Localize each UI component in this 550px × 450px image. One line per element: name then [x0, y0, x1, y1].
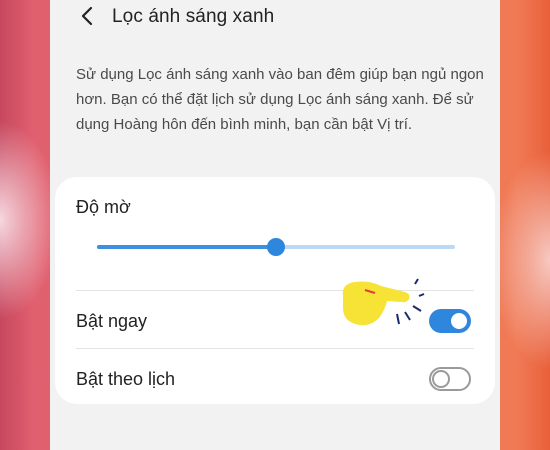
- row-label: Bật ngay: [76, 311, 148, 331]
- chevron-left-icon: [80, 6, 94, 31]
- slider-fill: [97, 245, 276, 249]
- toggle-knob: [432, 370, 450, 388]
- row-label: Bật theo lịch: [76, 369, 176, 389]
- page-title: Lọc ánh sáng xanh: [112, 6, 275, 27]
- row-turn-on-now[interactable]: Bật ngay: [55, 293, 495, 349]
- toggle-knob: [449, 311, 469, 331]
- divider: [76, 348, 474, 349]
- turn-on-now-toggle[interactable]: [429, 309, 471, 333]
- row-scheduled[interactable]: Bật theo lịch: [55, 351, 495, 407]
- back-button[interactable]: [74, 4, 100, 32]
- opacity-slider[interactable]: [97, 237, 455, 257]
- divider: [76, 290, 474, 291]
- app-header: Lọc ánh sáng xanh: [50, 0, 500, 36]
- settings-screen: Lọc ánh sáng xanh Sử dụng Lọc ánh sáng x…: [50, 0, 500, 450]
- description-text: Sử dụng Lọc ánh sáng xanh vào ban đêm gi…: [76, 66, 484, 133]
- settings-card: Độ mờ Bật ngay Bật theo lịch: [55, 177, 495, 404]
- scheduled-toggle[interactable]: [429, 367, 471, 391]
- opacity-label: Độ mờ: [76, 197, 131, 217]
- slider-thumb[interactable]: [267, 238, 285, 256]
